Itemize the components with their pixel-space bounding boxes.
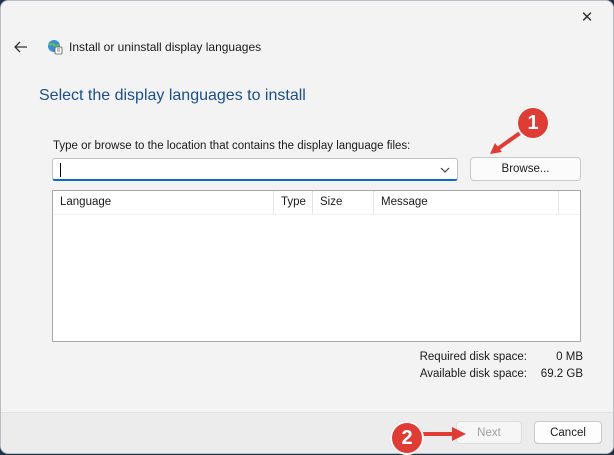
chevron-down-icon[interactable]: [439, 164, 451, 176]
text-caret: [60, 163, 61, 177]
language-list[interactable]: Language Type Size Message: [52, 190, 581, 342]
back-button[interactable]: [11, 37, 31, 57]
column-header-size[interactable]: Size: [313, 191, 374, 214]
available-space-label: Available disk space:: [419, 368, 527, 380]
close-icon: ✕: [580, 9, 594, 26]
annotation-arrow-2: [420, 427, 466, 441]
list-header: Language Type Size Message: [53, 191, 580, 215]
back-arrow-icon: [14, 41, 27, 53]
path-label: Type or browse to the location that cont…: [53, 140, 411, 152]
language-install-dialog: ✕ Install or uninstall display languages…: [0, 0, 614, 454]
cancel-button[interactable]: Cancel: [534, 421, 602, 444]
step-2-badge: 2: [390, 421, 424, 455]
disk-space-labels: Required disk space: Available disk spac…: [381, 349, 527, 383]
column-header-type[interactable]: Type: [274, 191, 313, 214]
title-row: Install or uninstall display languages: [11, 37, 261, 57]
disk-space-values: 0 MB 69.2 GB: [531, 349, 583, 383]
window-title: Install or uninstall display languages: [69, 40, 262, 54]
required-space-label: Required disk space:: [419, 351, 527, 363]
globe-icon: [48, 40, 63, 55]
close-button[interactable]: ✕: [575, 7, 599, 27]
column-header-language[interactable]: Language: [53, 191, 274, 214]
available-space-value: 69.2 GB: [540, 368, 583, 380]
column-header-message[interactable]: Message: [374, 191, 559, 214]
browse-button[interactable]: Browse...: [470, 157, 581, 181]
required-space-value: 0 MB: [556, 351, 583, 363]
path-combobox[interactable]: [52, 158, 458, 181]
step-1-badge: 1: [516, 106, 550, 140]
dialog-footer: Next Cancel: [1, 412, 613, 453]
page-heading: Select the display languages to install: [39, 87, 306, 104]
